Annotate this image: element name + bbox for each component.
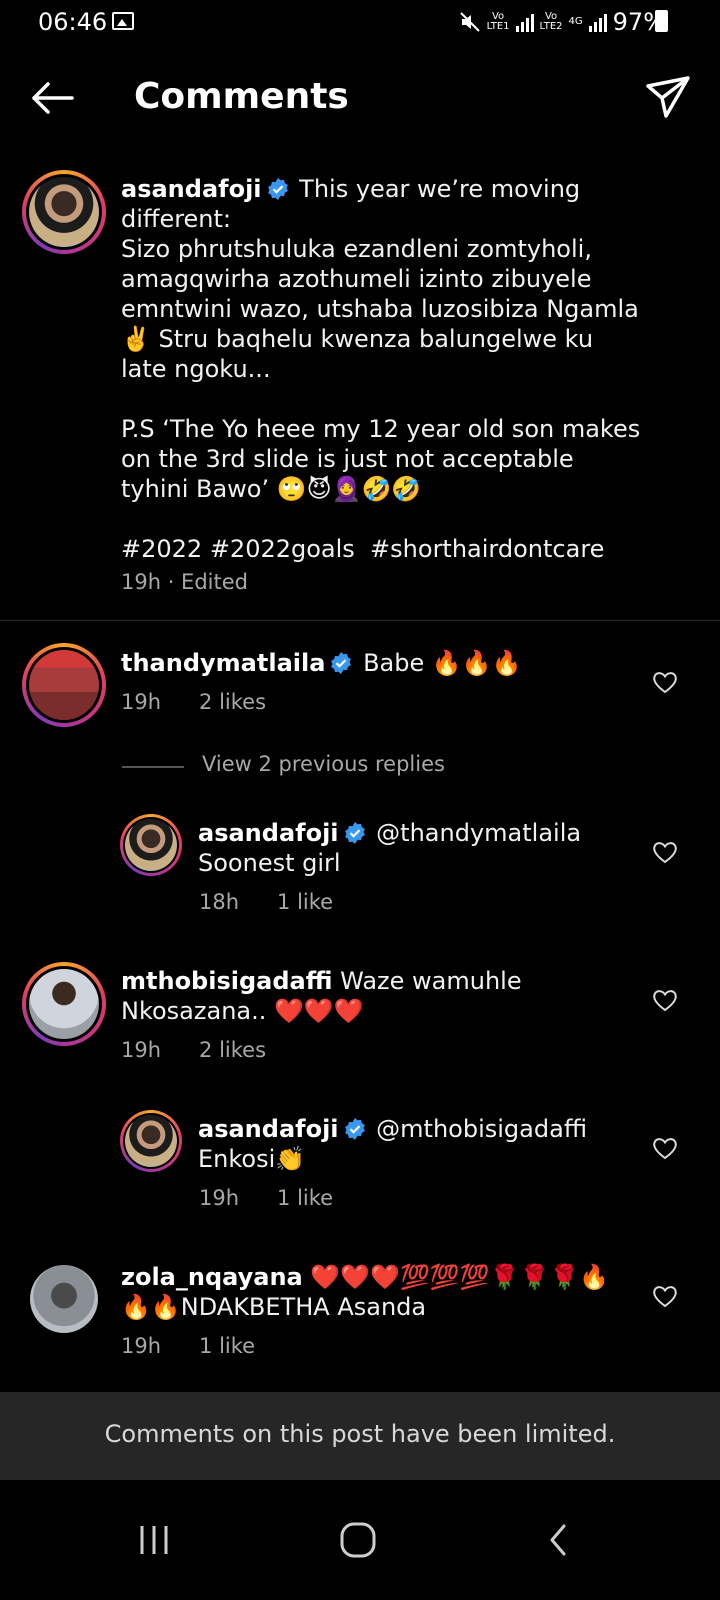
reply-username[interactable]: asandafoji — [198, 819, 339, 847]
comment-likes[interactable]: 2 likes — [199, 690, 266, 714]
sim1-label: Vo LTE1 — [486, 11, 510, 32]
avatar[interactable] — [22, 170, 106, 254]
heart-icon[interactable] — [652, 1284, 678, 1308]
home-button[interactable] — [328, 1510, 388, 1570]
limited-notice: Comments on this post have been limited. — [104, 1420, 616, 1448]
home-icon — [340, 1522, 376, 1558]
comment-time: 19h — [121, 1038, 162, 1062]
recents-button[interactable] — [124, 1510, 184, 1570]
gallery-notification-icon — [112, 12, 134, 30]
comment-username[interactable]: mthobisigadaffi — [121, 967, 333, 995]
avatar[interactable] — [22, 643, 106, 727]
comment-time: 19h — [121, 690, 162, 714]
avatar[interactable] — [120, 814, 182, 876]
reply-text-block: asandafoji @mthobisigadaffi Enkosi👏 — [198, 1114, 628, 1174]
reply-time: 18h — [199, 890, 240, 914]
status-bar: 06:46 Vo LTE1 Vo LTE2 4G 97% — [0, 0, 720, 46]
caption-meta: 19h · Edited — [121, 570, 286, 594]
comment-username[interactable]: zola_nqayana — [121, 1263, 303, 1291]
comment-time: 19h — [121, 1334, 162, 1358]
comment-likes[interactable]: 2 likes — [199, 1038, 266, 1062]
verified-badge-icon — [331, 652, 352, 674]
reply-likes[interactable]: 1 like — [277, 890, 333, 914]
page-title: Comments — [134, 76, 349, 117]
mute-icon — [459, 12, 480, 32]
comment-username[interactable]: thandymatlaila — [121, 649, 325, 677]
comments-limited-banner: Comments on this post have been limited. — [0, 1392, 720, 1480]
avatar[interactable] — [22, 962, 106, 1046]
chevron-left-icon — [550, 1524, 566, 1556]
comment-text-block: mthobisigadaffi Waze wamuhle Nkosazana..… — [121, 966, 641, 1026]
view-replies-label: View 2 previous replies — [202, 752, 445, 776]
reply-time: 19h — [199, 1186, 240, 1210]
reply-line — [122, 766, 184, 768]
status-time: 06:46 — [38, 8, 108, 36]
status-icons: Vo LTE1 Vo LTE2 4G 97% — [459, 8, 666, 36]
heart-icon[interactable] — [652, 670, 678, 694]
avatar[interactable] — [30, 1265, 98, 1333]
view-previous-replies[interactable]: View 2 previous replies — [122, 752, 542, 782]
comment-meta: 19h 2 likes — [121, 1038, 304, 1062]
sim2-label: Vo LTE2 — [539, 11, 563, 32]
comment-text: Babe 🔥🔥🔥 — [363, 649, 522, 677]
verified-badge-icon — [344, 822, 365, 844]
comment-meta: 19h 1 like — [121, 1334, 293, 1358]
comment-text-block: thandymatlaila Babe 🔥🔥🔥 — [121, 648, 641, 678]
heart-icon[interactable] — [652, 988, 678, 1012]
heart-icon[interactable] — [652, 840, 678, 864]
comment-text-block: zola_nqayana ❤️❤️❤️💯💯💯🌹🌹🌹🔥🔥🔥NDAKBETHA As… — [121, 1262, 621, 1322]
caption-text-block: asandafoji This year we’re moving differ… — [121, 174, 641, 564]
signal-bars-icon — [515, 12, 534, 32]
back-nav-button[interactable] — [528, 1510, 588, 1570]
header: Comments — [0, 56, 720, 142]
comment-meta: 19h 2 likes — [121, 690, 304, 714]
battery-icon — [655, 10, 668, 32]
recents-icon — [140, 1526, 168, 1554]
divider — [0, 620, 720, 621]
caption-username[interactable]: asandafoji — [121, 175, 262, 203]
avatar[interactable] — [120, 1110, 182, 1172]
heart-icon[interactable] — [652, 1136, 678, 1160]
paper-plane-icon — [646, 76, 690, 118]
share-button[interactable] — [644, 74, 692, 122]
reply-likes[interactable]: 1 like — [277, 1186, 333, 1210]
verified-badge-icon — [344, 1118, 365, 1140]
caption-time: 19h · Edited — [121, 570, 248, 594]
verified-badge-icon — [267, 178, 288, 200]
arrow-left-icon — [32, 82, 74, 114]
reply-meta: 19h 1 like — [199, 1186, 371, 1210]
network-label: 4G — [568, 16, 583, 27]
signal-bars-icon — [588, 12, 607, 32]
caption-text: This year we’re moving different: Sizo p… — [121, 175, 641, 563]
system-nav-bar — [0, 1480, 720, 1600]
reply-username[interactable]: asandafoji — [198, 1115, 339, 1143]
reply-text-block: asandafoji @thandymatlaila Soonest girl — [198, 818, 628, 878]
back-button[interactable] — [28, 78, 76, 118]
reply-meta: 18h 1 like — [199, 890, 371, 914]
comment-likes[interactable]: 1 like — [199, 1334, 255, 1358]
